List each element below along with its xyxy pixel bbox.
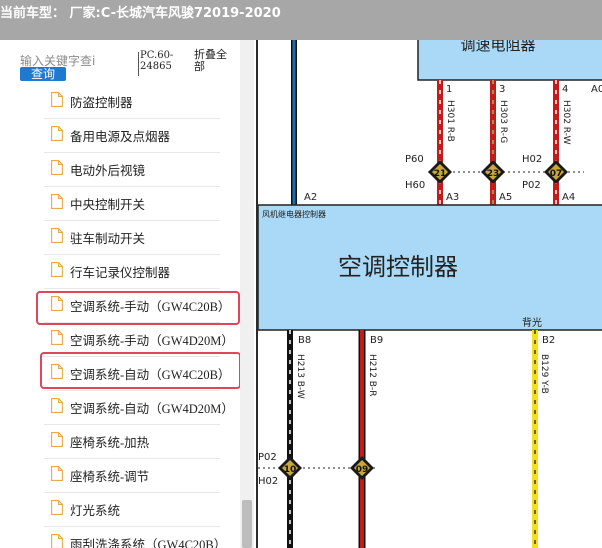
wiring-diagram[interactable]: 调速电阻器 1 3 4 A0 H301 R-B H303 R-G H302 R-…	[258, 40, 602, 548]
label-h02-bottom: H02	[258, 476, 278, 487]
top-bar: 当前车型： 厂家:C-长城汽车风骏72019-2020	[0, 0, 602, 40]
tree-item[interactable]: 驻车制动开关	[44, 220, 220, 255]
label-p02-bottom: P02	[258, 452, 277, 463]
tree-item[interactable]: 防盗控制器	[44, 84, 220, 119]
file-icon	[51, 262, 63, 277]
tree-scrollbar[interactable]	[240, 40, 254, 548]
tree-item-label: 电动外后视镜	[70, 164, 146, 178]
pin-label-a4: A4	[562, 192, 575, 203]
file-icon	[51, 466, 63, 481]
tree-item[interactable]: 空调系统-自动（GW4D20M）	[44, 390, 234, 425]
pin-label-b8: B8	[298, 335, 311, 346]
pin-label-a5: A5	[499, 192, 512, 203]
wire-label-h303: H303 R-G	[498, 100, 508, 143]
tree-item-label: 空调系统-手动（GW4D20M）	[70, 334, 234, 348]
connector-09[interactable]: 09	[350, 456, 374, 480]
search-divider	[138, 52, 139, 76]
wire-label-h301: H301 R-B	[445, 100, 455, 142]
tree-item-label: 驻车制动开关	[70, 232, 146, 246]
file-icon	[51, 534, 63, 548]
tree-item-label: 座椅系统-加热	[70, 436, 150, 450]
wire-label-h212: H212 B-R	[367, 354, 377, 396]
svg-text:21: 21	[434, 169, 447, 179]
tree-item-label: 中央控制开关	[70, 198, 146, 212]
tree-item[interactable]: 雨刮洗涤系统（GW4C20B）	[44, 526, 226, 548]
ac-controller-label: 空调控制器	[338, 253, 458, 281]
tree-item[interactable]: 座椅系统-调节	[44, 458, 220, 493]
tree-item[interactable]: 座椅系统-加热	[44, 424, 220, 459]
speed-resistor-label: 调速电阻器	[460, 40, 535, 54]
connector-07[interactable]: 07	[544, 160, 568, 184]
wire-label-h302: H302 R-W	[561, 100, 571, 145]
pin-label-4: 4	[562, 84, 568, 95]
pc-code: PC.60-24865	[140, 50, 174, 72]
tree-item[interactable]: 行车记录仪控制器	[44, 254, 220, 289]
tree-item[interactable]: 灯光系统	[44, 492, 220, 527]
tree-item-label: 雨刮洗涤系统（GW4C20B）	[70, 538, 227, 548]
highlight-box-manual-gw4c20b	[36, 291, 240, 325]
pin-label-3: 3	[499, 84, 505, 95]
current-model-title: 当前车型： 厂家:C-长城汽车风骏72019-2020	[0, 6, 281, 21]
tree-item-label: 座椅系统-调节	[70, 470, 150, 484]
label-h60: H60	[405, 180, 425, 191]
file-icon	[51, 126, 63, 141]
pin-label-b2: B2	[542, 335, 555, 346]
search-input[interactable]: 输入关键字查i	[20, 52, 138, 68]
tree-item-label: 防盗控制器	[70, 96, 133, 110]
pin-label-a2: A2	[304, 192, 317, 203]
label-p60: P60	[405, 154, 424, 165]
file-icon	[51, 398, 63, 413]
tree-item[interactable]: 中央控制开关	[44, 186, 220, 221]
connector-21[interactable]: 21	[428, 160, 452, 184]
svg-text:09: 09	[356, 465, 369, 475]
pin-label-b9: B9	[370, 335, 383, 346]
backlight-label: 背光	[522, 316, 542, 329]
tree-item-label: 备用电源及点烟器	[70, 130, 171, 144]
tree-scrollbar-thumb[interactable]	[242, 500, 252, 548]
pin-label-a3: A3	[446, 192, 459, 203]
file-icon	[51, 330, 63, 345]
svg-text:23: 23	[487, 169, 500, 179]
svg-text:07: 07	[550, 169, 563, 179]
tree-item[interactable]: 电动外后视镜	[44, 152, 220, 187]
collapse-all-button[interactable]: 折叠全部	[194, 49, 236, 73]
label-p02-top: P02	[522, 180, 541, 191]
file-icon	[51, 194, 63, 209]
file-icon	[51, 160, 63, 175]
label-h02-top: H02	[522, 154, 542, 165]
file-icon	[51, 92, 63, 107]
highlight-box-auto-gw4c20b	[40, 352, 241, 389]
file-icon	[51, 228, 63, 243]
file-icon	[51, 432, 63, 447]
tree-item[interactable]: 备用电源及点烟器	[44, 118, 220, 153]
pin-label-a0: A0	[591, 84, 602, 95]
svg-text:10: 10	[284, 465, 297, 475]
connector-23[interactable]: 23	[481, 160, 505, 184]
tree-item-label: 空调系统-自动（GW4D20M）	[70, 402, 234, 416]
file-icon	[51, 500, 63, 515]
wire-label-b129: B129 Y-B	[539, 354, 549, 394]
pin-label-1: 1	[446, 84, 452, 95]
tree-item-label: 行车记录仪控制器	[70, 266, 171, 280]
connector-10[interactable]: 10	[278, 456, 302, 480]
tree-item-label: 灯光系统	[70, 504, 121, 518]
blower-relay-controller-label: 风机继电器控制器	[262, 209, 326, 219]
wire-label-h213: H213 B-W	[295, 354, 305, 399]
search-button[interactable]: 查询	[20, 67, 66, 81]
